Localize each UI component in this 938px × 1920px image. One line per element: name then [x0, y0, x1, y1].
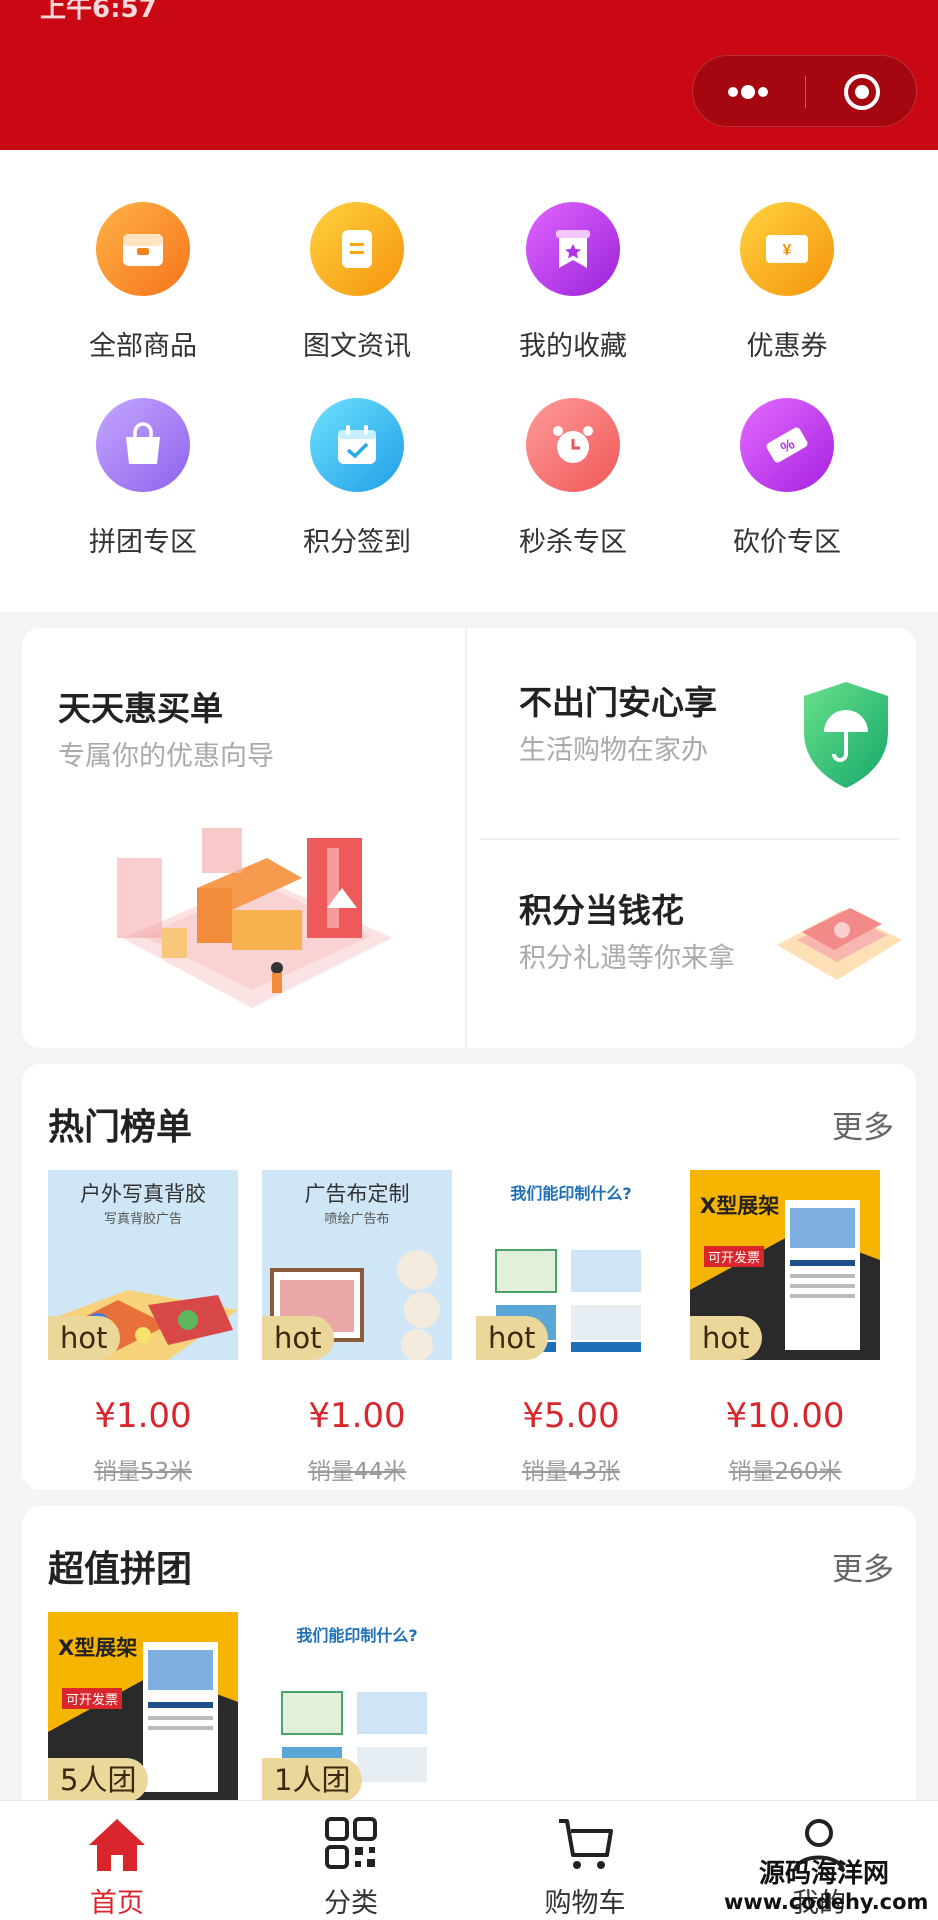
grid-label: 图文资讯: [303, 331, 411, 362]
target-icon[interactable]: [806, 56, 918, 128]
promo-card: 天天惠买单 专属你的优惠向导 不出门安心享 生活购物在家办 积分当钱花 积分礼遇…: [22, 628, 916, 1048]
qr-grid-icon: [325, 1817, 377, 1869]
hot-badge: hot: [48, 1316, 120, 1360]
section-title: 热门榜单: [48, 1107, 193, 1148]
cart-icon: [559, 1819, 613, 1869]
grid-label: 全部商品: [89, 331, 197, 362]
group-size-badge: 5人团: [48, 1758, 149, 1802]
grid-item-bargain[interactable]: % 砍价专区: [702, 398, 872, 578]
more-link[interactable]: 更多: [832, 1544, 894, 1589]
product-sales: 销量53米: [93, 1459, 193, 1485]
store-icon: [96, 202, 190, 296]
product-image-sub: 写真背胶广告: [103, 1212, 182, 1227]
product-image-sub: 可开发票: [704, 1246, 765, 1267]
bookmark-icon: [526, 202, 620, 296]
tab-label: 购物车: [544, 1888, 626, 1919]
promo-subtitle: 积分礼遇等你来拿: [519, 943, 735, 974]
grid-item-news[interactable]: 图文资讯: [272, 202, 442, 382]
status-bar: 上午6:57: [40, 0, 900, 24]
promo-title: 积分当钱花: [519, 891, 684, 930]
grid-label: 我的收藏: [519, 331, 627, 362]
top-bar: 上午6:57: [0, 0, 938, 150]
product-sales: 销量44米: [307, 1459, 407, 1485]
more-link[interactable]: 更多: [832, 1102, 894, 1147]
promo-title: 天天惠买单: [58, 689, 223, 728]
watermark: 源码海洋网 www.codehy.com: [724, 1853, 929, 1914]
promo-subtitle: 生活购物在家办: [519, 735, 708, 766]
watermark-line2: www.codehy.com: [724, 1890, 929, 1914]
alarm-clock-icon: [526, 398, 620, 492]
grid-item-all-products[interactable]: 全部商品: [58, 202, 228, 382]
product-image-sub: 可开发票: [62, 1688, 123, 1709]
product-image-sub: 喷绘广告布: [324, 1212, 390, 1227]
coupon-icon: ¥: [740, 202, 834, 296]
group-size-badge: 1人团: [262, 1758, 363, 1802]
promo-points[interactable]: 积分当钱花 积分礼遇等你来拿: [467, 840, 916, 1048]
product-price: ¥10.00: [725, 1396, 845, 1436]
group-buy-section: 超值拼团 更多 X型展架 可开发票 5人团 我们能印制什么? 1人团: [22, 1506, 916, 1826]
tab-cart[interactable]: 购物车: [468, 1801, 702, 1920]
grid-label: 积分签到: [303, 527, 411, 558]
tab-category[interactable]: 分类: [234, 1801, 468, 1920]
promo-stay-home[interactable]: 不出门安心享 生活购物在家办: [467, 628, 916, 838]
grid-item-favorites[interactable]: 我的收藏: [488, 202, 658, 382]
home-icon: [89, 1819, 145, 1871]
discount-ticket-icon: %: [740, 398, 834, 492]
status-time: 上午6:57: [40, 0, 157, 24]
tab-label: 首页: [90, 1888, 144, 1919]
product-image-title: 广告布定制: [304, 1182, 410, 1206]
section-title: 超值拼团: [48, 1549, 193, 1590]
product-image-title: X型展架: [700, 1194, 780, 1218]
tab-label: 分类: [324, 1888, 378, 1919]
grid-label: 秒杀专区: [519, 527, 627, 558]
shop-illustration: [117, 828, 392, 1008]
promo-daily-deal[interactable]: 天天惠买单 专属你的优惠向导: [22, 628, 465, 1048]
document-icon: [310, 202, 404, 296]
shield-umbrella-icon: [804, 682, 888, 788]
tab-home[interactable]: 首页: [0, 1801, 234, 1920]
category-grid: 全部商品 图文资讯 我的收藏 ¥ 优惠券 拼团专区 积分签到 秒杀专区 % 砍价…: [0, 150, 938, 612]
grid-item-group-buy[interactable]: 拼团专区: [58, 398, 228, 578]
product-sales: 销量43张: [521, 1459, 621, 1485]
hot-badge: hot: [262, 1316, 334, 1360]
grid-item-coupon[interactable]: ¥ 优惠券: [702, 202, 872, 382]
grid-item-checkin[interactable]: 积分签到: [272, 398, 442, 578]
hot-badge: hot: [476, 1316, 548, 1360]
hot-ranking-section: 热门榜单 更多 户外写真背胶 写真背胶广告 hot ¥1.00 销量53米 广告…: [22, 1064, 916, 1490]
product-image-title: 我们能印制什么?: [296, 1626, 418, 1645]
product-price: ¥5.00: [522, 1396, 620, 1436]
grid-item-flash-sale[interactable]: 秒杀专区: [488, 398, 658, 578]
grid-label: 优惠券: [746, 331, 828, 362]
watermark-line1: 源码海洋网: [758, 1859, 889, 1889]
bottom-tab-bar: 首页 分类 购物车 我的 源码海洋网 www.codehy.com: [0, 1800, 938, 1920]
grid-label: 拼团专区: [89, 527, 197, 558]
promo-subtitle: 专属你的优惠向导: [58, 741, 274, 772]
bag-icon: [96, 398, 190, 492]
grid-label: 砍价专区: [733, 527, 841, 558]
hot-badge: hot: [690, 1316, 762, 1360]
product-price: ¥1.00: [94, 1396, 192, 1436]
more-dots-icon[interactable]: [693, 56, 805, 128]
calendar-check-icon: [310, 398, 404, 492]
product-image-title: 我们能印制什么?: [510, 1184, 632, 1203]
cash-illustration: [777, 908, 902, 980]
promo-title: 不出门安心享: [519, 683, 717, 722]
svg-text:¥: ¥: [783, 242, 792, 259]
product-sales: 销量260米: [728, 1459, 842, 1485]
product-price: ¥1.00: [308, 1396, 406, 1436]
mini-program-capsule: [692, 55, 917, 127]
product-image-title: 户外写真背胶: [80, 1182, 206, 1206]
product-image-title: X型展架: [58, 1636, 138, 1660]
